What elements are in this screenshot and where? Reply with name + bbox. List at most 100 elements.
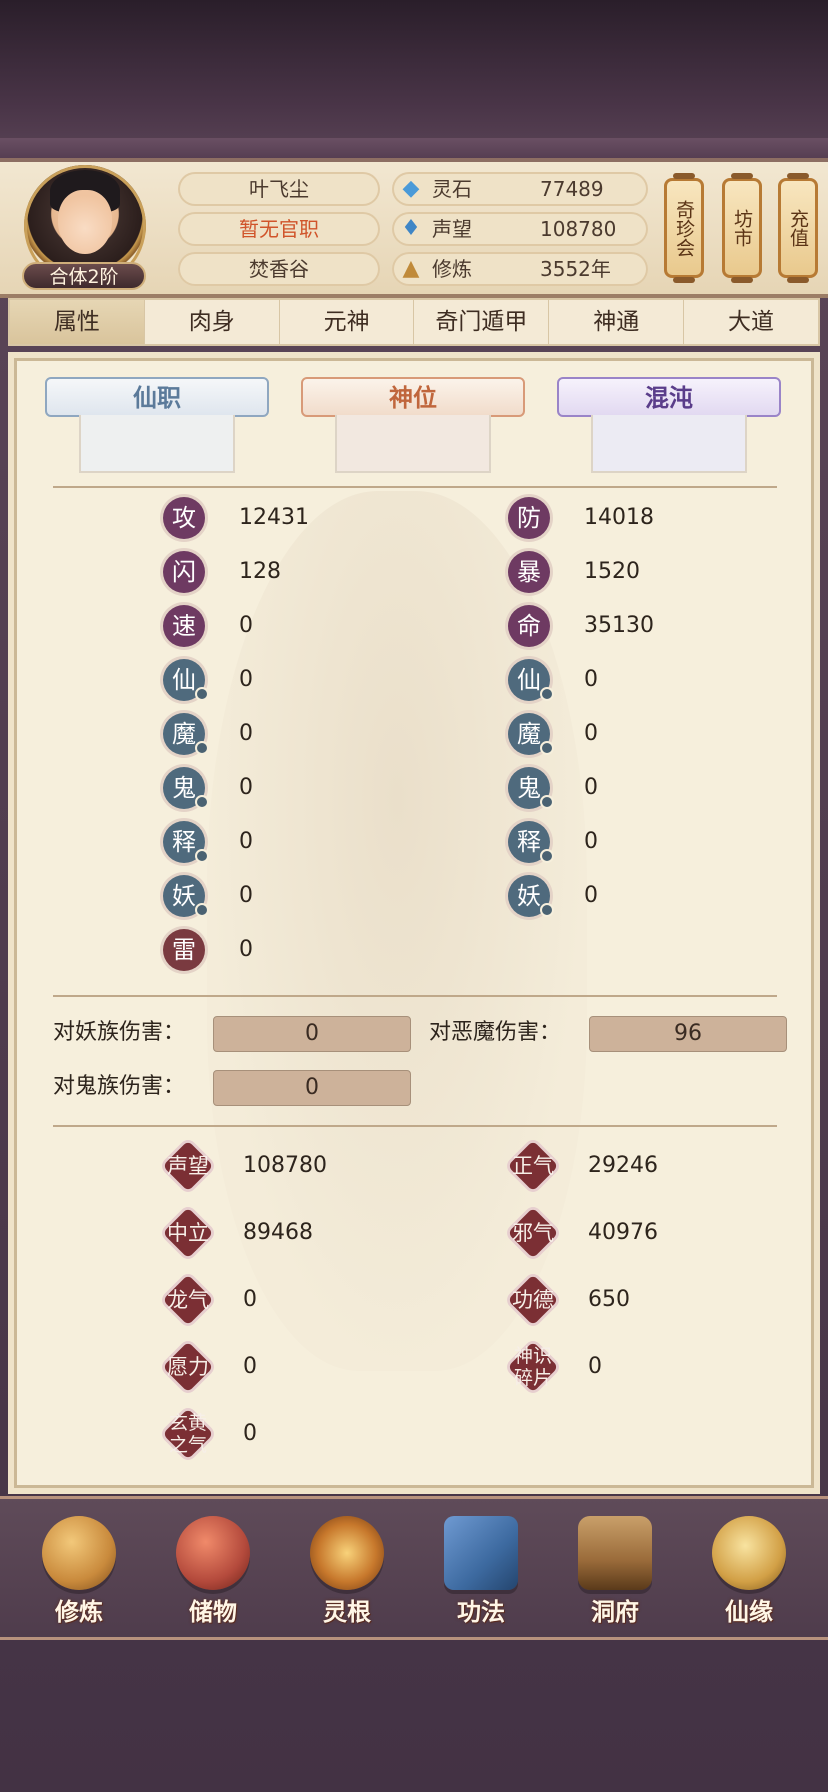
gourd-icon (712, 1516, 786, 1590)
stat-value: 0 (239, 775, 253, 800)
stat-value: 14018 (584, 505, 654, 530)
dodge-icon: 闪 (163, 551, 205, 593)
spirit-root-icon (310, 1516, 384, 1590)
market-button[interactable]: 坊市 (722, 173, 762, 283)
critical-icon: 暴 (508, 551, 550, 593)
shield-mark-icon (540, 795, 554, 809)
damage-vs-ghost: 0 (213, 1070, 411, 1106)
tab-attributes[interactable]: 属性 (10, 300, 145, 344)
rep-value: 29246 (588, 1153, 658, 1178)
rep-label: 愿力 (167, 1355, 209, 1379)
nav-label: 功法 (457, 1598, 505, 1626)
recharge-button[interactable]: 充值 (778, 173, 818, 283)
damage-label: 对妖族伤害： (53, 1020, 186, 1045)
rep-value: 650 (588, 1287, 630, 1312)
nav-label: 灵根 (323, 1598, 371, 1626)
player-name: 叶飞尘 (178, 172, 380, 206)
rep-label: 中立 (167, 1221, 209, 1245)
stat-value: 0 (584, 721, 598, 746)
category-label: 神位 (301, 377, 525, 417)
book-icon (444, 1516, 518, 1590)
stat-value: 35130 (584, 613, 654, 638)
divider (53, 1125, 777, 1127)
nav-fate[interactable]: 仙缘 (694, 1510, 804, 1630)
sword-mark-icon (195, 903, 209, 917)
attribute-panel: 仙职 神位 混沌 攻 12431 闪 128 速 0 仙 0 魔 0 鬼 0 释 (14, 358, 814, 1488)
rep-value: 40976 (588, 1220, 658, 1245)
damage-label: 对鬼族伤害： (53, 1074, 186, 1099)
sword-mark-icon (195, 849, 209, 863)
stat-value: 0 (239, 721, 253, 746)
shield-mark-icon (540, 741, 554, 755)
nav-cultivate[interactable]: 修炼 (24, 1510, 134, 1630)
divider (53, 995, 777, 997)
damage-vs-monster: 0 (213, 1016, 411, 1052)
rep-label: 玄黄 之气 (168, 1412, 207, 1456)
rep-value: 0 (243, 1421, 257, 1446)
resource-label: 灵石 (432, 177, 472, 201)
stat-value: 0 (239, 667, 253, 692)
divider (53, 486, 777, 488)
category-label: 仙职 (45, 377, 269, 417)
resource-value: 77489 (540, 177, 604, 201)
rep-value: 0 (243, 1287, 257, 1312)
resource-reputation: ♦ 声望 108780 (392, 212, 648, 246)
rep-label: 神识 碎片 (513, 1345, 552, 1389)
nav-spirit-root[interactable]: 灵根 (292, 1510, 402, 1630)
nav-cave-abode[interactable]: 洞府 (560, 1510, 670, 1630)
stat-value: 12431 (239, 505, 309, 530)
stat-value: 0 (584, 775, 598, 800)
shield-mark-icon (540, 903, 554, 917)
rep-label: 功德 (512, 1288, 554, 1312)
category-slot (591, 415, 747, 473)
resource-label: 修炼 (432, 257, 472, 281)
resource-value: 3552年 (540, 257, 611, 281)
nav-label: 洞府 (591, 1598, 639, 1626)
nav-label: 修炼 (55, 1598, 103, 1626)
tab-abilities[interactable]: 神通 (549, 300, 685, 344)
resource-label: 声望 (432, 217, 472, 241)
shield-mark-icon (540, 849, 554, 863)
attack-icon: 攻 (163, 497, 205, 539)
bag-icon (176, 1516, 250, 1590)
damage-vs-demon: 96 (589, 1016, 787, 1052)
rep-value: 0 (243, 1354, 257, 1379)
stat-value: 0 (584, 883, 598, 908)
cultivation-icon: ▲ (402, 256, 420, 281)
category-label: 混沌 (557, 377, 781, 417)
rep-label: 龙气 (167, 1288, 209, 1312)
official-title: 暂无官职 (178, 212, 380, 246)
damage-label: 对恶魔伤害： (429, 1020, 562, 1045)
tab-body[interactable]: 肉身 (145, 300, 280, 344)
rare-treasure-button[interactable]: 奇珍会 (664, 173, 704, 283)
rep-label: 正气 (512, 1154, 554, 1178)
tab-qimen[interactable]: 奇门遁甲 (414, 300, 550, 344)
spirit-stone-icon: ◆ (402, 176, 420, 201)
stat-value: 0 (239, 829, 253, 854)
tab-dao[interactable]: 大道 (684, 300, 818, 344)
resource-spirit-stone: ◆ 灵石 77489 (392, 172, 648, 206)
nav-techniques[interactable]: 功法 (426, 1510, 536, 1630)
rank-badge: 合体2阶 (22, 262, 146, 290)
sword-mark-icon (195, 795, 209, 809)
tab-soul[interactable]: 元神 (280, 300, 415, 344)
shield-mark-icon (540, 687, 554, 701)
sect-name: 焚香谷 (178, 252, 380, 286)
category-slot (79, 415, 235, 473)
stat-value: 0 (584, 667, 598, 692)
rep-label: 声望 (167, 1154, 209, 1178)
sword-mark-icon (195, 741, 209, 755)
rep-value: 89468 (243, 1220, 313, 1245)
stat-value: 128 (239, 559, 281, 584)
nav-storage[interactable]: 储物 (158, 1510, 268, 1630)
category-divine-rank[interactable]: 神位 (301, 377, 525, 473)
category-immortal-post[interactable]: 仙职 (45, 377, 269, 473)
pavilion-icon (578, 1516, 652, 1590)
sword-mark-icon (195, 687, 209, 701)
stat-value: 1520 (584, 559, 640, 584)
stat-value: 0 (239, 613, 253, 638)
category-chaos[interactable]: 混沌 (557, 377, 781, 473)
thunder-icon: 雷 (163, 929, 205, 971)
resource-cultivation: ▲ 修炼 3552年 (392, 252, 648, 286)
nav-label: 仙缘 (725, 1598, 773, 1626)
